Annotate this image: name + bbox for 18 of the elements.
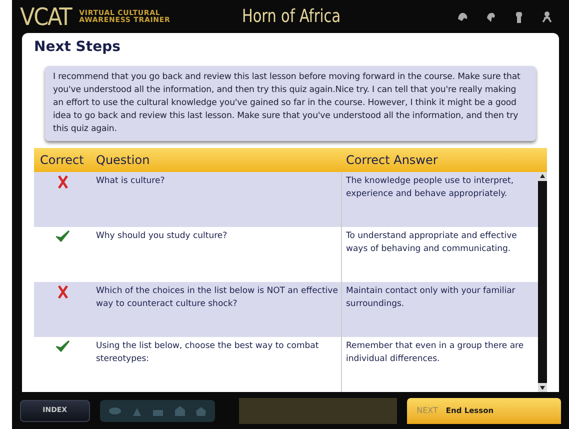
answer-text: To understand appropriate and effective ways of behaving and communicating. xyxy=(346,230,518,256)
question-text: Why should you study culture? xyxy=(96,230,228,243)
answer-text: Remember that even in a group there are individual differences. xyxy=(346,340,525,366)
scrollbar[interactable] xyxy=(538,172,547,392)
question-text: Using the list below, choose the best way to combat stereotypes: xyxy=(96,340,320,366)
feedback-text: I recommend that you go back and review this last lesson before moving forward in the course. Make sure that you've understood all the information, and then try this quiz again.Nice try. I can tell that you're really making an effort to use the cultural knowledge you've gained so far in the course. However, I think it might be a good idea to go back and review this last lesson. Make sure that you've understood all the information, and then try this quiz again. xyxy=(53,71,522,136)
section-title: Next Steps xyxy=(34,38,122,57)
column-header: Question xyxy=(95,152,151,169)
answer-text: The knowledge people use to interpret, experience and behave appropriately. xyxy=(346,175,515,201)
answer-text: Maintain contact only with your familiar surroundings. xyxy=(346,285,516,311)
logo-text: VCAT xyxy=(20,4,72,28)
question-text: What is culture? xyxy=(96,175,166,188)
scroll-down-icon[interactable] xyxy=(538,383,547,392)
scroll-up-icon[interactable] xyxy=(538,172,547,181)
question-text: Which of the choices in the list below is NOT an effective way to counteract culture shock? xyxy=(96,285,339,311)
course-title: Horn of Africa xyxy=(242,5,341,29)
column-header: Correct Answer xyxy=(345,152,438,169)
column-header: Correct xyxy=(39,152,85,169)
